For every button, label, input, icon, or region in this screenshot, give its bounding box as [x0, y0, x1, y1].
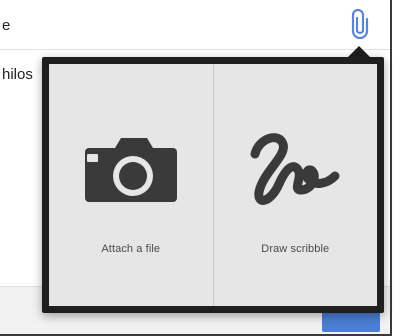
compose-header: e — [0, 0, 390, 50]
attachment-options: Attach a file Draw scribble — [49, 64, 377, 306]
attach-file-option[interactable]: Attach a file — [49, 64, 213, 306]
camera-icon — [84, 138, 177, 202]
attach-file-label: Attach a file — [101, 243, 161, 255]
message-body-text[interactable]: hilos — [2, 66, 33, 84]
draw-scribble-label: Draw scribble — [261, 243, 330, 255]
window-gutter — [392, 0, 407, 336]
send-button[interactable] — [322, 310, 380, 332]
draw-scribble-option[interactable]: Draw scribble — [212, 64, 377, 306]
stage: e hilos Attach a file Draw scribble — [0, 0, 407, 336]
compose-header-text: e — [2, 17, 11, 34]
paperclip-icon[interactable] — [350, 9, 370, 39]
scribble-icon — [250, 133, 340, 205]
